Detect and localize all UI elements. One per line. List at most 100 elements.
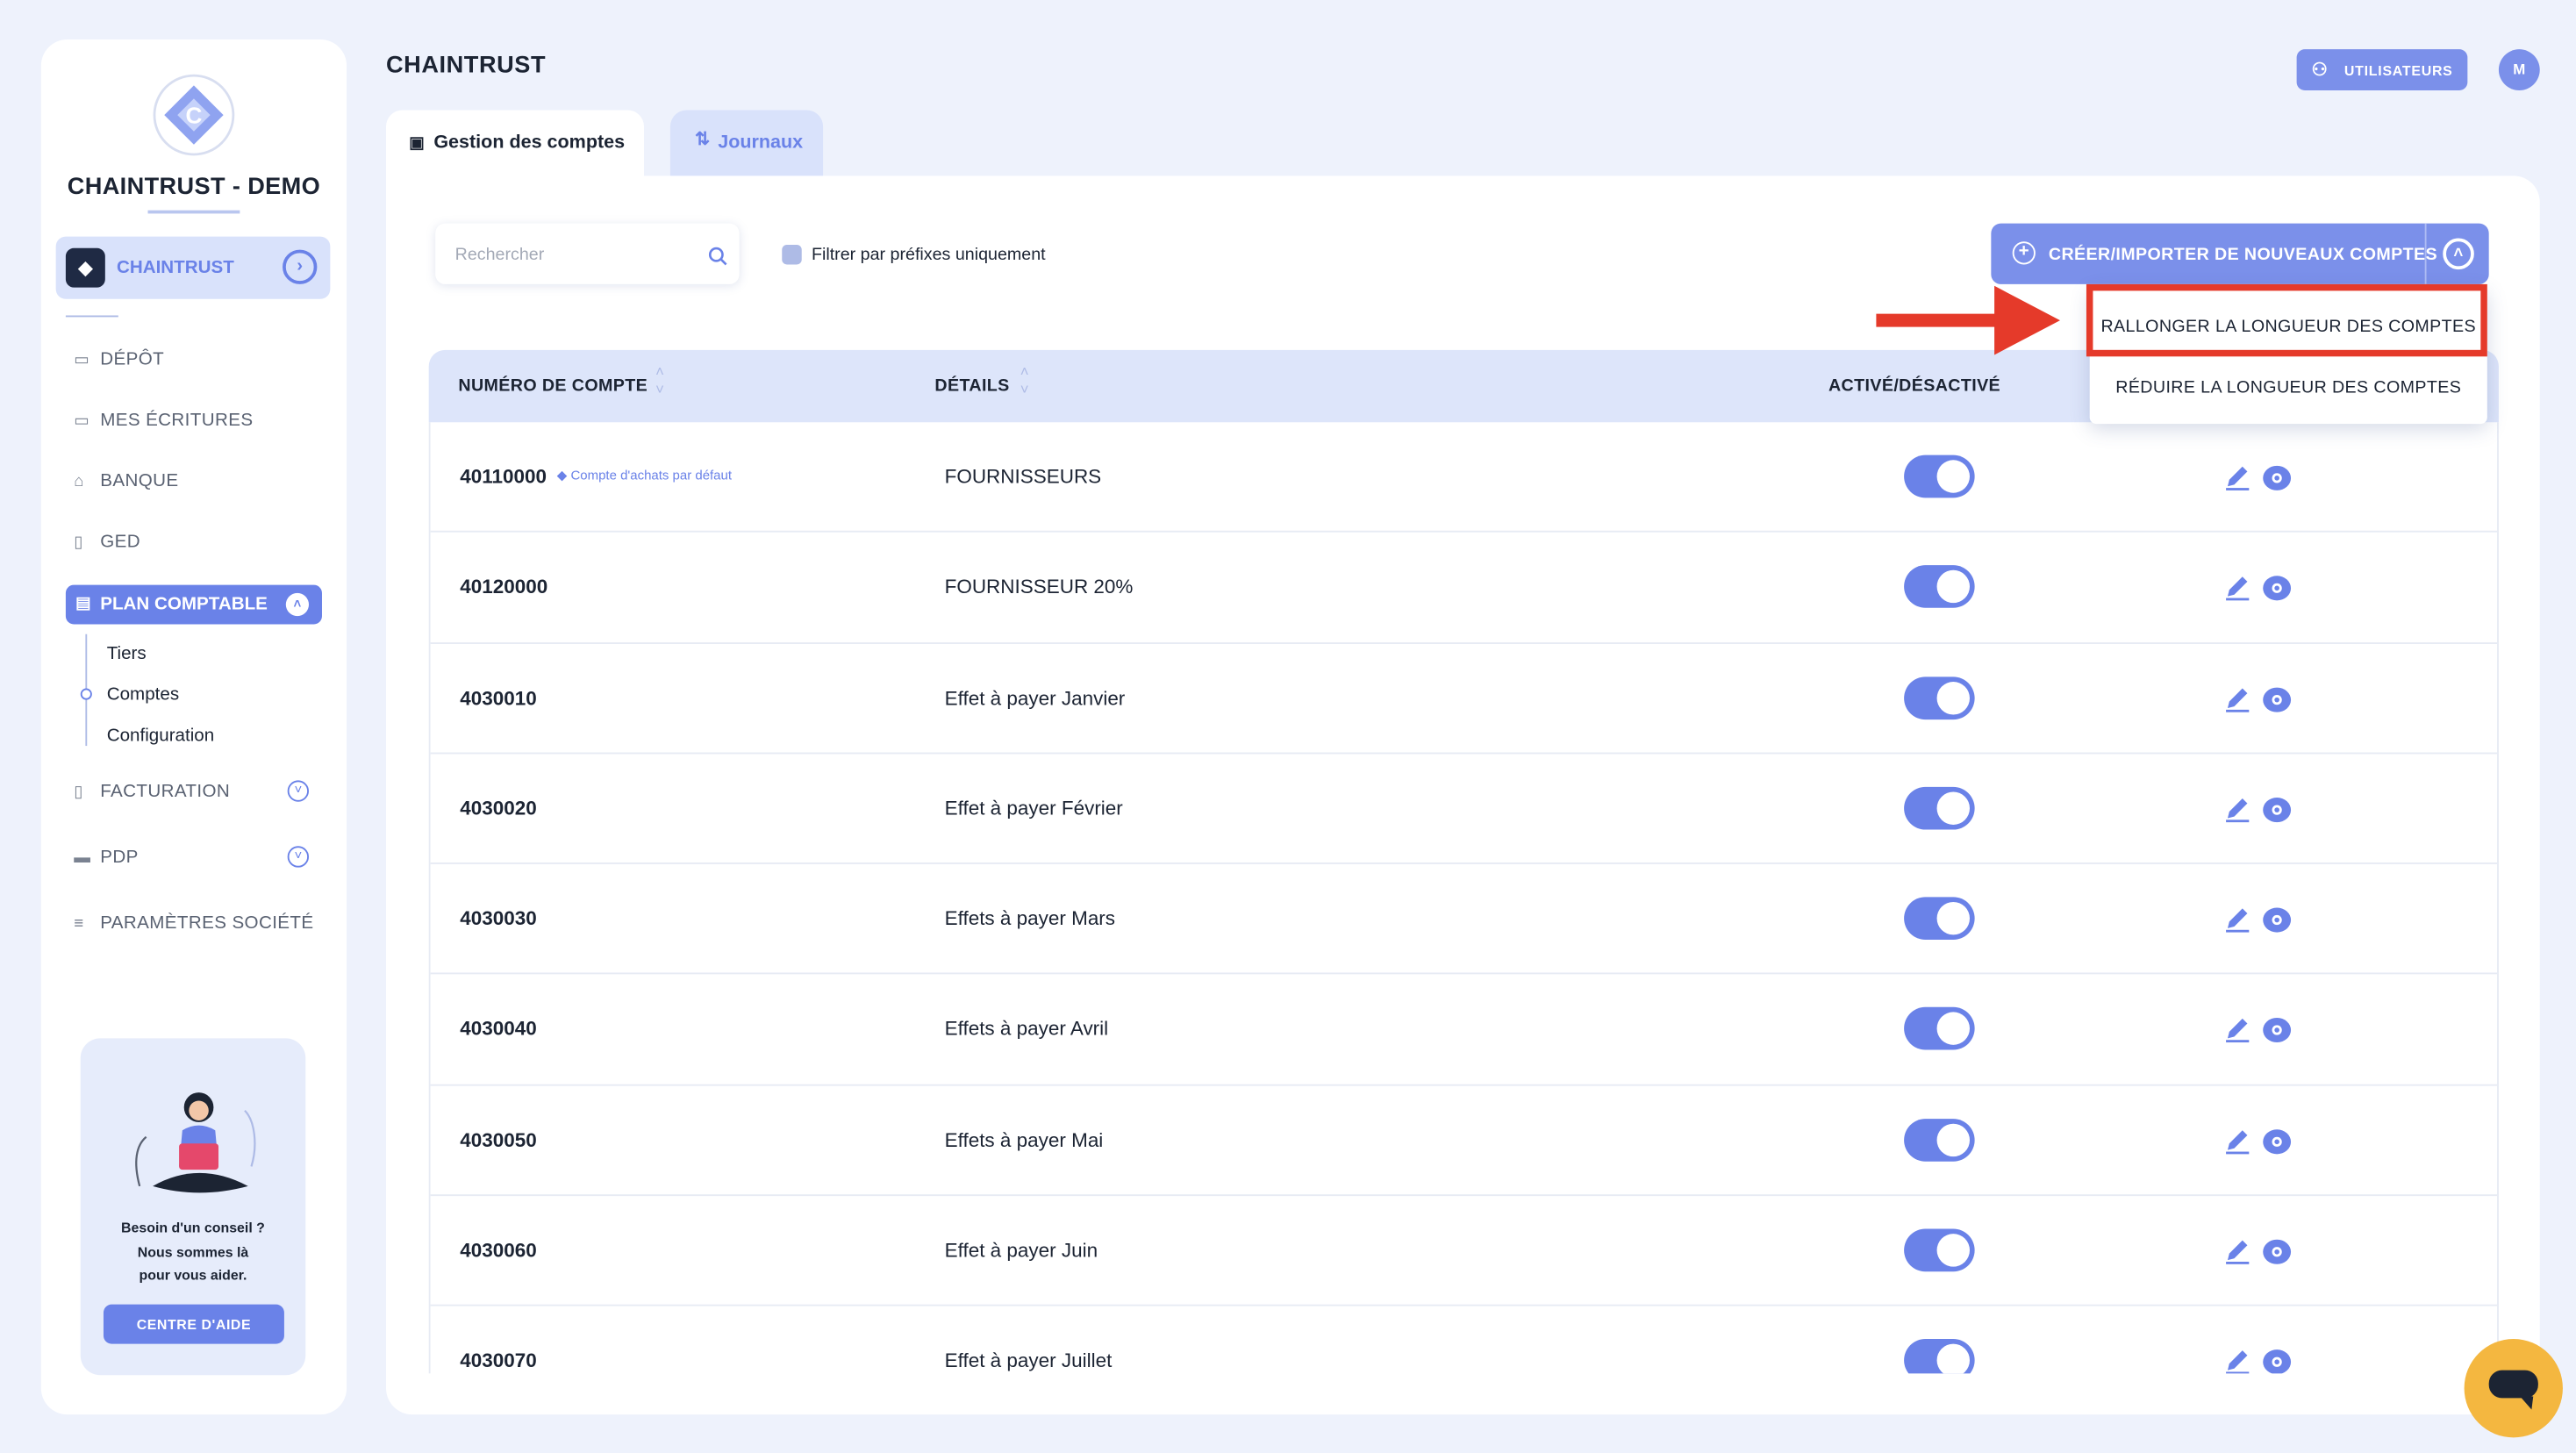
column-header-account-number[interactable]: NUMÉRO DE COMPTE [458, 376, 648, 396]
submenu-item-comptes[interactable]: Comptes [107, 685, 179, 705]
company-brand-title: CHAINTRUST - DEMO [67, 174, 321, 201]
edit-icon[interactable] [2222, 1235, 2252, 1265]
account-number: 4030070 [460, 1349, 537, 1373]
active-toggle[interactable] [1904, 676, 1975, 719]
create-import-accounts-button[interactable]: + CRÉER/IMPORTER DE NOUVEAUX COMPTES ˄ [1991, 223, 2489, 284]
edit-icon[interactable] [2222, 683, 2252, 712]
table-row: 4030020 Effet à payer Février [430, 754, 2498, 865]
red-arrow-annotation [1876, 285, 2060, 355]
prefix-filter-checkbox[interactable] [782, 244, 802, 265]
avatar[interactable]: M [2498, 49, 2540, 90]
menu-item-reduce-account-length[interactable]: RÉDUIRE LA LONGUEUR DES COMPTES [2090, 378, 2487, 397]
account-details: FOURNISSEURS [944, 464, 1102, 489]
sidebar-item-plan-comptable[interactable]: ▤ PLAN COMPTABLE ˄ [65, 584, 322, 625]
account-number: 4030030 [460, 906, 537, 931]
sort-icon[interactable]: ˄ ˅ [1020, 363, 1029, 399]
view-icon[interactable] [2262, 684, 2292, 714]
edit-icon[interactable] [2222, 1125, 2252, 1155]
sidebar-item-banque[interactable]: ⌂ BANQUE [74, 471, 178, 490]
active-toggle[interactable] [1904, 1118, 1975, 1162]
account-details: Effet à payer Janvier [944, 685, 1126, 710]
chevron-down-icon[interactable]: ˅ [287, 846, 310, 868]
active-toggle[interactable] [1904, 455, 1975, 498]
sidebar-item-facturation[interactable]: ▯ FACTURATION [74, 782, 230, 801]
edit-icon[interactable] [2222, 1014, 2252, 1044]
users-button[interactable]: ⚇ UTILISATEURS [2296, 49, 2468, 90]
sidebar-item-mes-ecritures[interactable]: ▭ MES ÉCRITURES [74, 411, 253, 430]
active-toggle[interactable] [1904, 897, 1975, 941]
active-toggle[interactable] [1904, 1339, 1975, 1374]
submenu-item-tiers[interactable]: Tiers [107, 644, 147, 663]
search-input[interactable]: Rechercher [435, 223, 740, 284]
folder-icon: ▭ [74, 412, 90, 431]
account-number: 4030010 [460, 685, 537, 710]
view-icon[interactable] [2262, 574, 2292, 604]
active-toggle[interactable] [1904, 1007, 1975, 1051]
toggle-knob [1936, 1123, 1971, 1156]
button-divider [2424, 223, 2427, 284]
plus-circle-icon: + [2012, 241, 2036, 265]
sidebar-item-ged[interactable]: ▯ GED [74, 533, 140, 552]
account-details: Effets à payer Mai [944, 1127, 1104, 1152]
company-label: CHAINTRUST [116, 257, 234, 278]
toggle-knob [1936, 1013, 1971, 1046]
default-purchase-badge: ◆ Compte d'achats par défaut [556, 468, 733, 483]
active-toggle[interactable] [1904, 565, 1975, 609]
tab-gestion-des-comptes[interactable]: ▣ Gestion des comptes [386, 110, 644, 180]
chevron-up-icon[interactable]: ˄ [2443, 238, 2474, 270]
edit-icon[interactable] [2222, 1346, 2252, 1374]
svg-text:C: C [185, 102, 202, 128]
sidebar-item-pdp[interactable]: ▬ PDP [74, 848, 138, 867]
sidebar-item-depot[interactable]: ▭ DÉPÔT [74, 350, 164, 369]
view-icon[interactable] [2262, 463, 2292, 493]
active-toggle[interactable] [1904, 786, 1975, 830]
chevron-down-icon[interactable]: ˅ [287, 780, 310, 802]
view-icon[interactable] [2262, 1127, 2292, 1156]
chevron-right-icon[interactable]: › [283, 249, 318, 284]
help-illustration [135, 1092, 256, 1193]
edit-icon[interactable] [2222, 904, 2252, 934]
account-details: Effet à payer Février [944, 796, 1123, 820]
view-icon[interactable] [2262, 1016, 2292, 1046]
edit-icon[interactable] [2222, 462, 2252, 491]
help-text: Besoin d'un conseil ? Nous sommes là pou… [121, 1219, 265, 1284]
sidebar: C CHAINTRUST - DEMO ◆ CHAINTRUST › ▭ DÉPÔ… [40, 39, 347, 1415]
chat-button[interactable] [2464, 1339, 2563, 1438]
help-card: Besoin d'un conseil ? Nous sommes là pou… [80, 1038, 306, 1376]
toggle-knob [1936, 791, 1971, 825]
sidebar-divider [65, 315, 118, 318]
column-header-active: ACTIVÉ/DÉSACTIVÉ [1828, 376, 2001, 397]
account-number: 4030040 [460, 1017, 537, 1041]
account-number: 40110000 [460, 464, 547, 489]
toggle-knob [1936, 1234, 1971, 1267]
company-switcher[interactable]: ◆ CHAINTRUST › [55, 236, 331, 299]
active-toggle[interactable] [1904, 1228, 1975, 1272]
account-details: Effet à payer Juillet [944, 1349, 1113, 1373]
plan-icon: ▤ [75, 594, 91, 613]
table-row: 4030070 Effet à payer Juillet [431, 1306, 2497, 1374]
account-number: 4030020 [460, 796, 537, 820]
sidebar-item-parametres-societe[interactable]: ≡ PARAMÈTRES SOCIÉTÉ [74, 913, 313, 933]
edit-icon[interactable] [2222, 793, 2252, 823]
submenu-item-configuration[interactable]: Configuration [107, 726, 215, 746]
highlight-box [2086, 283, 2487, 357]
view-icon[interactable] [2262, 795, 2292, 825]
table-row: 4030040 Effets à payer Avril [430, 975, 2498, 1086]
account-details: Effet à payer Juin [944, 1238, 1098, 1263]
account-number: 4030050 [460, 1127, 537, 1152]
table-row: 4030060 Effet à payer Juin [430, 1196, 2498, 1307]
sort-icon[interactable]: ˄ ˅ [655, 363, 664, 399]
edit-icon[interactable] [2222, 572, 2252, 602]
view-icon[interactable] [2262, 1348, 2292, 1374]
folder-icon: ▭ [74, 351, 90, 370]
chevron-up-icon[interactable]: ˄ [285, 592, 310, 617]
view-icon[interactable] [2262, 1237, 2292, 1267]
view-icon[interactable] [2262, 905, 2292, 935]
brand-divider [147, 210, 240, 214]
chaintrust-logo-icon: C [153, 74, 235, 156]
help-center-button[interactable]: CENTRE D'AIDE [103, 1304, 284, 1344]
card-icon: ▬ [74, 849, 91, 868]
tab-journaux[interactable]: ⇅ Journaux [669, 110, 824, 180]
column-header-details[interactable]: DÉTAILS [934, 376, 1009, 396]
table-row: 40120000 FOURNISSEUR 20% [430, 533, 2498, 644]
